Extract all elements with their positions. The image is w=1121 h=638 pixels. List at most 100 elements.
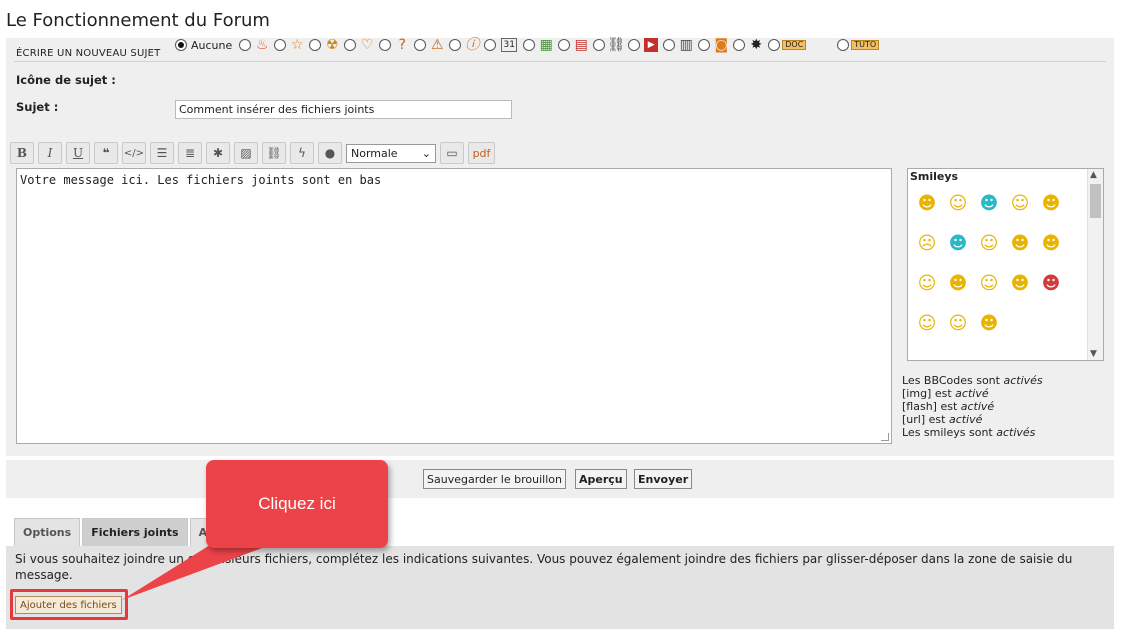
smiley-icon[interactable]: ☻	[914, 191, 940, 215]
topic-icon-option[interactable]: TUTO	[837, 37, 891, 53]
topic-icon-none-option[interactable]: Aucune	[175, 39, 236, 52]
smiley-icon[interactable]: ☻	[1038, 271, 1064, 295]
bbcode-state: activés	[1003, 374, 1043, 387]
smiley-icon[interactable]: ☺	[945, 191, 971, 215]
italic-icon[interactable]: I	[38, 142, 62, 164]
topic-icon-option[interactable]: DOC	[768, 37, 822, 53]
topic-icon-option[interactable]: ?	[379, 37, 411, 53]
subject-input[interactable]	[175, 100, 512, 119]
scroll-thumb[interactable]	[1090, 184, 1101, 218]
smiley-icon[interactable]: ☺	[914, 271, 940, 295]
smiley-icon[interactable]: ☻	[945, 231, 971, 255]
subject-label: Sujet :	[16, 100, 59, 114]
font-size-select[interactable]: Normale ⌄	[346, 143, 436, 163]
smiley-icon[interactable]: ☻	[1007, 231, 1033, 255]
code-icon[interactable]: </>	[122, 142, 146, 164]
radio-button[interactable]	[484, 39, 497, 51]
topic-icon-option[interactable]: ☢	[309, 37, 341, 53]
preview-button[interactable]: Aperçu	[575, 469, 627, 489]
smiley-icon[interactable]: ☺	[914, 311, 940, 335]
color-drop-icon[interactable]: ●	[318, 142, 342, 164]
resize-handle[interactable]	[881, 433, 889, 441]
topic-icon-option[interactable]: ▦	[523, 37, 555, 53]
smileys-grid: ☻ ☺ ☻ ☺ ☻ ☹ ☻ ☺ ☻ ☻ ☺ ☻ ☺ ☻ ☻ ☺ ☺ ☻	[912, 187, 1088, 347]
divider	[14, 61, 1106, 62]
pdf-button[interactable]: pdf	[468, 142, 495, 164]
underline-icon[interactable]: U	[66, 142, 90, 164]
radio-button[interactable]	[768, 39, 781, 51]
bold-icon[interactable]: B	[10, 142, 34, 164]
smiley-icon[interactable]: ☺	[1007, 191, 1033, 215]
message-editor[interactable]: Votre message ici. Les fichiers joints s…	[16, 168, 892, 444]
topic-icon-option[interactable]: ♡	[344, 37, 376, 53]
topic-icon-option[interactable]: ▶	[628, 38, 660, 52]
topic-icon-option[interactable]: ▥	[663, 37, 695, 53]
topic-icon-option[interactable]: ▤	[558, 37, 590, 53]
preview-screen-icon[interactable]: ▭	[440, 142, 464, 164]
quote-icon[interactable]: ❝	[94, 142, 118, 164]
callout-bubble: Cliquez ici	[206, 460, 388, 548]
topic-icon-option[interactable]: ⓘ	[449, 37, 481, 53]
topic-icon-option[interactable]: ♨	[239, 37, 271, 53]
chevron-down-icon: ⌄	[421, 146, 431, 160]
radio-button[interactable]	[523, 39, 536, 51]
radio-button[interactable]	[449, 39, 462, 51]
editor-toolbar: B I U ❝ </> ☰ ≣ ✱ ▨ ⛓ ϟ ● Normale ⌄ ▭ pdf	[10, 142, 495, 164]
tuto-label: TUTO	[851, 40, 880, 50]
radio-button[interactable]	[274, 39, 287, 51]
topic-icon-option[interactable]: 31	[484, 38, 520, 52]
radio-button[interactable]	[558, 39, 571, 51]
star-icon: ☆	[290, 37, 304, 53]
topic-icon-option[interactable]: ✸	[733, 37, 765, 53]
radio-button[interactable]	[414, 39, 427, 51]
question-icon: ?	[398, 37, 406, 53]
save-draft-button[interactable]: Sauvegarder le brouillon	[423, 469, 566, 489]
smiley-icon[interactable]: ☺	[976, 271, 1002, 295]
percent-icon: ✸	[750, 37, 763, 53]
scroll-down-icon[interactable]: ▼	[1090, 349, 1097, 359]
smiley-icon[interactable]: ☻	[1007, 271, 1033, 295]
send-button[interactable]: Envoyer	[634, 469, 693, 489]
url-line: [url] est activé	[902, 413, 1043, 426]
smiley-icon[interactable]: ☺	[976, 231, 1002, 255]
radio-button[interactable]	[628, 39, 641, 51]
smiley-icon[interactable]: ☻	[945, 271, 971, 295]
topic-icon-option[interactable]: ⛓	[593, 37, 625, 53]
radio-button[interactable]	[663, 39, 676, 51]
image-icon[interactable]: ▨	[234, 142, 258, 164]
tab-attachments[interactable]: Fichiers joints	[82, 518, 188, 546]
font-size-value: Normale	[351, 146, 398, 160]
tab-options[interactable]: Options	[14, 518, 81, 546]
smiley-icon[interactable]: ☻	[976, 191, 1002, 215]
video-icon: ▶	[644, 38, 659, 52]
bbcode-line: Les BBCodes sont activés	[902, 374, 1043, 387]
asterisk-icon[interactable]: ✱	[206, 142, 230, 164]
smiley-icon[interactable]: ☹	[914, 231, 940, 255]
topic-icon-option[interactable]: ☆	[274, 37, 306, 53]
flash-icon[interactable]: ϟ	[290, 142, 314, 164]
radio-button[interactable]	[344, 39, 357, 51]
radio-button[interactable]	[733, 39, 746, 51]
radio-button[interactable]	[239, 39, 252, 51]
radio-button[interactable]	[698, 39, 711, 51]
scroll-up-icon[interactable]: ▲	[1090, 170, 1097, 180]
smiley-icon[interactable]: ☺	[945, 311, 971, 335]
radio-none[interactable]	[175, 39, 187, 51]
radio-button[interactable]	[379, 39, 392, 51]
doc-folder-icon: DOC	[782, 37, 822, 53]
smiley-icon[interactable]: ☻	[1038, 191, 1064, 215]
smiley-icon[interactable]: ☻	[976, 311, 1002, 335]
radio-button[interactable]	[309, 39, 322, 51]
topic-icon-option[interactable]: ◙	[698, 37, 730, 53]
radio-button[interactable]	[837, 39, 850, 51]
radio-button[interactable]	[593, 39, 606, 51]
bullet-list-icon[interactable]: ☰	[150, 142, 174, 164]
link-icon[interactable]: ⛓	[262, 142, 286, 164]
smileys-state: activés	[996, 426, 1036, 439]
topic-icon-option[interactable]: ⚠	[414, 37, 446, 53]
flash-line: [flash] est activé	[902, 400, 1043, 413]
smileys-scrollbar[interactable]: ▲ ▼	[1087, 169, 1103, 360]
smiley-icon[interactable]: ☻	[1038, 231, 1064, 255]
numbered-list-icon[interactable]: ≣	[178, 142, 202, 164]
map-icon: ▦	[539, 37, 553, 53]
